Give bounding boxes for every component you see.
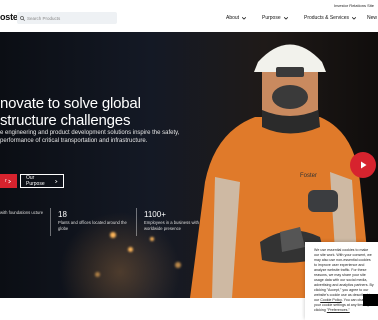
our-purpose-label: Our Purpose xyxy=(26,175,45,187)
nav-about[interactable]: About xyxy=(226,15,247,21)
chevron-right-icon xyxy=(8,179,11,183)
search-bar[interactable] xyxy=(17,12,117,24)
our-purpose-button[interactable]: Our Purpose xyxy=(20,174,64,188)
stat-label: with foundations ucture xyxy=(0,210,44,215)
cookie-banner: We use essential cookies to make our sit… xyxy=(305,242,378,320)
stat-label: Plants and offices located around the gl… xyxy=(58,220,127,231)
accept-cookies-button[interactable] xyxy=(363,294,378,306)
investor-relations-link[interactable]: Investor Relations Site xyxy=(334,3,374,8)
cookie-preferences-link[interactable]: "Preferences." xyxy=(327,308,350,312)
chevron-down-icon xyxy=(242,16,247,20)
nav-news[interactable]: New xyxy=(367,15,377,21)
stat-item: with foundations ucture xyxy=(0,210,45,216)
vest-logo-text: Foster xyxy=(300,173,317,179)
chevron-down-icon xyxy=(283,16,288,20)
nav-about-label: About xyxy=(226,15,240,21)
nav-purpose-label: Purpose xyxy=(262,15,281,21)
header: Investor Relations Site oster About Purp… xyxy=(0,0,378,32)
play-icon xyxy=(361,161,367,169)
stat-number: 18 xyxy=(58,210,67,219)
chevron-right-icon xyxy=(54,179,58,183)
nav-purpose[interactable]: Purpose xyxy=(262,15,289,21)
nav-products-label: Products & Services xyxy=(304,15,350,21)
hero-headline: novate to solve global structure challen… xyxy=(0,95,141,129)
cookie-policy-link[interactable]: Cookie Policy xyxy=(320,298,342,302)
search-input[interactable] xyxy=(27,15,111,21)
stat-divider xyxy=(136,208,137,236)
search-icon xyxy=(20,15,25,21)
stat-item: 18 Plants and offices located around the… xyxy=(58,210,128,231)
stat-divider xyxy=(50,208,51,236)
stat-label: Employees in a business with worldwide p… xyxy=(144,220,199,231)
hero-subtext: e engineering and product development so… xyxy=(0,130,180,144)
contact-button[interactable]: r xyxy=(0,174,17,188)
stat-item: 1100+ Employees in a business with world… xyxy=(144,210,214,231)
nav-news-label: New xyxy=(367,15,378,21)
nav-products-services[interactable]: Products & Services xyxy=(304,15,357,21)
chevron-down-icon xyxy=(351,16,357,20)
play-video-button[interactable] xyxy=(350,152,376,178)
stat-number: 1100+ xyxy=(144,210,166,219)
